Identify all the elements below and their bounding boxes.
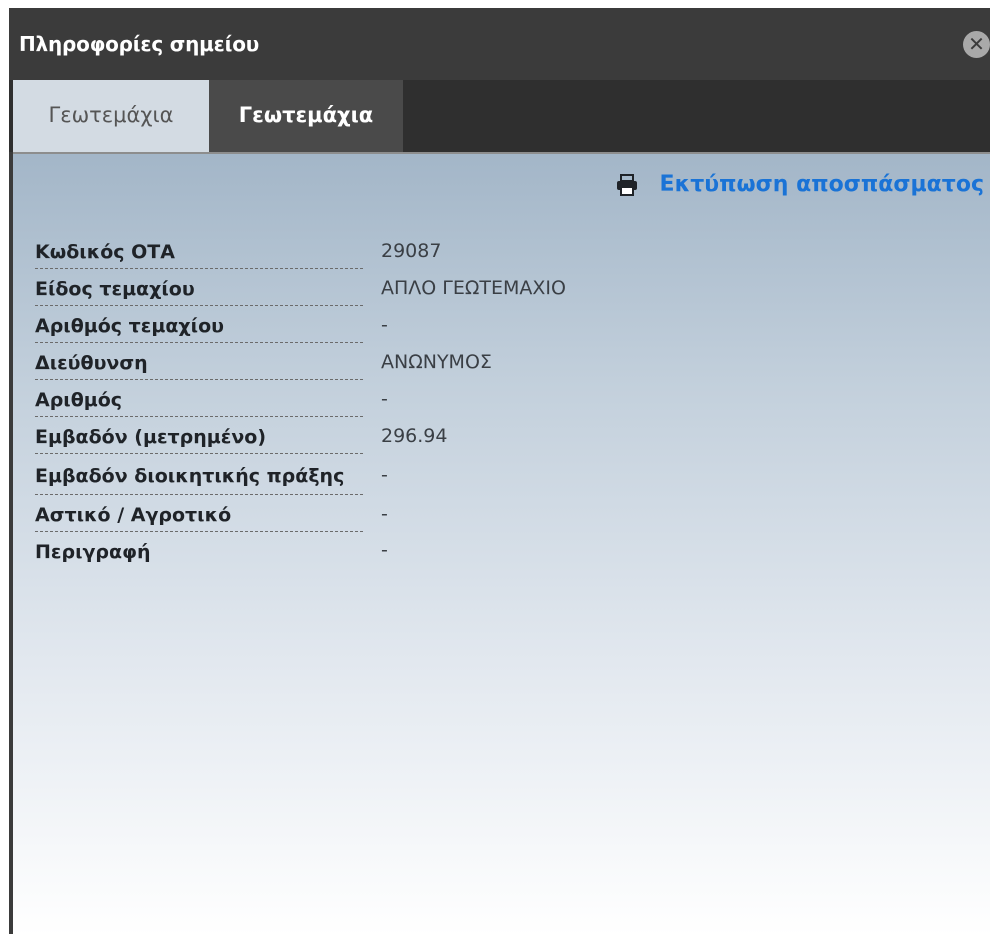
property-label: Περιγραφή <box>35 541 151 563</box>
property-value: - <box>381 502 388 525</box>
property-row: Είδος τεμαχίου ΑΠΛΟ ΓΕΩΤΕΜΑΧΙΟ <box>35 269 935 306</box>
window-title: Πληροφορίες σημείου <box>19 32 260 56</box>
property-value: - <box>381 539 388 561</box>
property-row: Περιγραφή - <box>35 532 935 568</box>
property-row: Διεύθυνση ΑΝΩΝΥΜΟΣ <box>35 343 935 380</box>
property-row: Εμβαδόν (μετρημένο) 296.94 <box>35 417 935 454</box>
property-label: Εμβαδόν διοικητικής πράξης <box>35 454 363 495</box>
point-info-window: Πληροφορίες σημείου ✕ Γεωτεμάχια Γεωτεμά… <box>9 8 990 936</box>
property-label: Αριθμός τεμαχίου <box>35 306 363 343</box>
print-extract-button[interactable]: Εκτύπωση αποσπάσματος <box>616 172 984 197</box>
tab-parcels-2[interactable]: Γεωτεμάχια <box>209 80 403 152</box>
property-value: 296.94 <box>381 424 448 447</box>
property-label: Αριθμός <box>35 380 363 417</box>
property-value: - <box>381 463 388 486</box>
property-label: Κωδικός ΟΤΑ <box>35 232 363 269</box>
property-value: - <box>381 313 388 336</box>
tab-parcels-1[interactable]: Γεωτεμάχια <box>13 80 209 152</box>
property-row: Κωδικός ΟΤΑ 29087 <box>35 232 935 269</box>
window-titlebar: Πληροφορίες σημείου ✕ <box>9 8 990 80</box>
property-label: Είδος τεμαχίου <box>35 269 363 306</box>
property-label: Διεύθυνση <box>35 343 363 380</box>
property-row: Αριθμός - <box>35 380 935 417</box>
property-value: ΑΝΩΝΥΜΟΣ <box>381 350 492 373</box>
property-row: Αριθμός τεμαχίου - <box>35 306 935 343</box>
property-row: Εμβαδόν διοικητικής πράξης - <box>35 454 935 495</box>
tab-content-panel: Εκτύπωση αποσπάσματος Κωδικός ΟΤΑ 29087 … <box>13 152 990 936</box>
property-label: Εμβαδόν (μετρημένο) <box>35 417 363 454</box>
close-icon[interactable]: ✕ <box>963 31 990 58</box>
property-label: Αστικό / Αγροτικό <box>35 495 363 532</box>
property-value: ΑΠΛΟ ΓΕΩΤΕΜΑΧΙΟ <box>381 276 566 299</box>
tab-bar: Γεωτεμάχια Γεωτεμάχια <box>9 80 990 152</box>
printer-icon <box>616 173 637 196</box>
property-value: - <box>381 387 388 410</box>
property-list: Κωδικός ΟΤΑ 29087 Είδος τεμαχίου ΑΠΛΟ ΓΕ… <box>35 232 935 568</box>
print-extract-label: Εκτύπωση αποσπάσματος <box>659 172 984 197</box>
property-value: 29087 <box>381 239 442 262</box>
property-row: Αστικό / Αγροτικό - <box>35 495 935 532</box>
